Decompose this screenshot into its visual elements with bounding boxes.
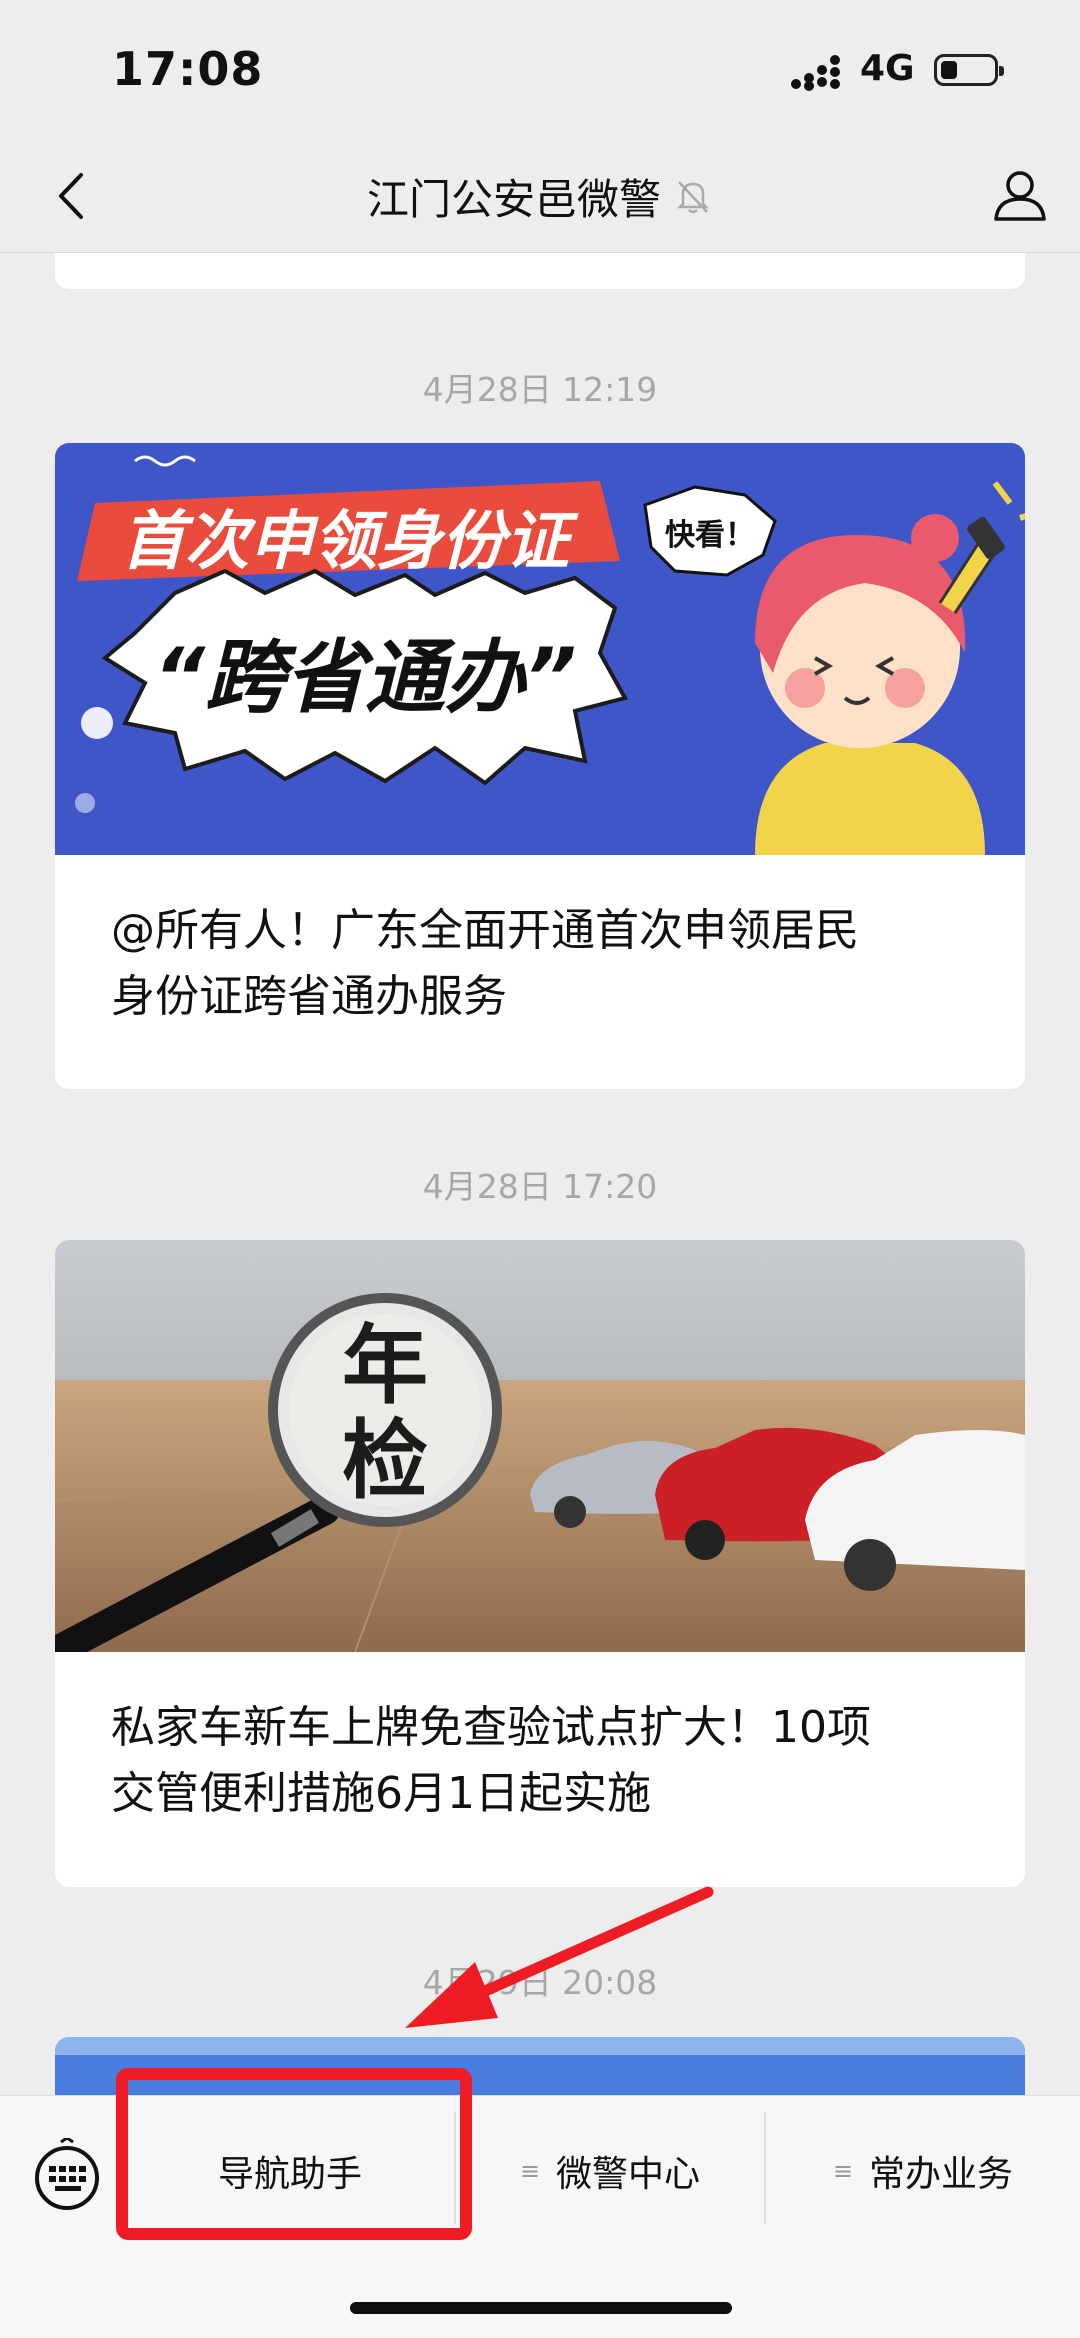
article-title: @所有人！广东全面开通首次申领居民 身份证跨省通办服务 bbox=[111, 898, 969, 1030]
submenu-icon: ≡ bbox=[832, 2157, 854, 2185]
article-title: 私家车新车上牌免查验试点扩大！10项 交管便利措施6月1日起实施 bbox=[111, 1695, 969, 1827]
lens-text-bottom: 检 bbox=[342, 1410, 428, 1511]
message-timestamp: 4月28日 12:19 bbox=[422, 370, 658, 409]
article-cover-image: 年 检 bbox=[55, 1240, 1025, 1667]
article-title-line: @所有人！广东全面开通首次申领居民 bbox=[111, 905, 859, 956]
message-timestamp: 4月29日 20:08 bbox=[422, 1963, 658, 2002]
article-title-line: 私家车新车上牌免查验试点扩大！10项 bbox=[111, 1702, 871, 1753]
submenu-icon: ≡ bbox=[519, 2157, 541, 2185]
menu-item-police-center[interactable]: ≡ 微警中心 bbox=[456, 2096, 764, 2246]
person-icon[interactable] bbox=[988, 160, 1052, 230]
menu-item-common-services[interactable]: ≡ 常办业务 bbox=[766, 2096, 1080, 2246]
highlight-annotation-box bbox=[116, 2068, 472, 2240]
menu-label: 常办业务 bbox=[869, 2154, 1014, 2195]
bubble-text: 快看！ bbox=[665, 518, 755, 553]
battery-low-icon bbox=[934, 54, 1004, 86]
network-type: 4G bbox=[860, 48, 915, 89]
status-time: 17:08 bbox=[112, 42, 264, 96]
title-wrap: 江门公安邑微警 bbox=[0, 164, 1080, 228]
previous-article-card[interactable] bbox=[55, 253, 1025, 289]
burst-text: “跨省通办” bbox=[153, 631, 576, 724]
message-feed[interactable]: 4月28日 12:19 首次申领身份证 “跨省通办” 快看！ @所有人！广东全面… bbox=[0, 253, 1080, 2095]
keyboard-icon[interactable] bbox=[30, 2138, 104, 2212]
home-indicator[interactable] bbox=[350, 2302, 732, 2314]
chat-header: 江门公安邑微警 bbox=[0, 140, 1080, 253]
article-title-line: 交管便利措施6月1日起实施 bbox=[111, 1768, 651, 1819]
banner-title: 首次申领身份证 bbox=[121, 505, 579, 579]
menu-label: 微警中心 bbox=[556, 2154, 701, 2195]
article-cover-image: 首次申领身份证 “跨省通办” 快看！ bbox=[55, 443, 1025, 855]
message-timestamp: 4月28日 17:20 bbox=[422, 1167, 658, 1206]
account-title: 江门公安邑微警 bbox=[366, 174, 661, 224]
article-card-inspection[interactable]: 年 检 私家车新车上牌免查验试点扩大！10项 交管便利措施6月1日起实施 bbox=[55, 1240, 1025, 1887]
bell-muted-icon bbox=[676, 181, 710, 214]
cellular-signal-icon bbox=[791, 55, 840, 91]
article-title-line: 身份证跨省通办服务 bbox=[111, 971, 507, 1022]
article-card-id-card[interactable]: 首次申领身份证 “跨省通办” 快看！ @所有人！广东全面开通首次申领居民 身份证… bbox=[55, 443, 1025, 1089]
cover-image-strip bbox=[55, 2037, 1025, 2055]
status-bar: 17:08 4G bbox=[0, 0, 1080, 140]
lens-text-top: 年 bbox=[342, 1315, 428, 1416]
